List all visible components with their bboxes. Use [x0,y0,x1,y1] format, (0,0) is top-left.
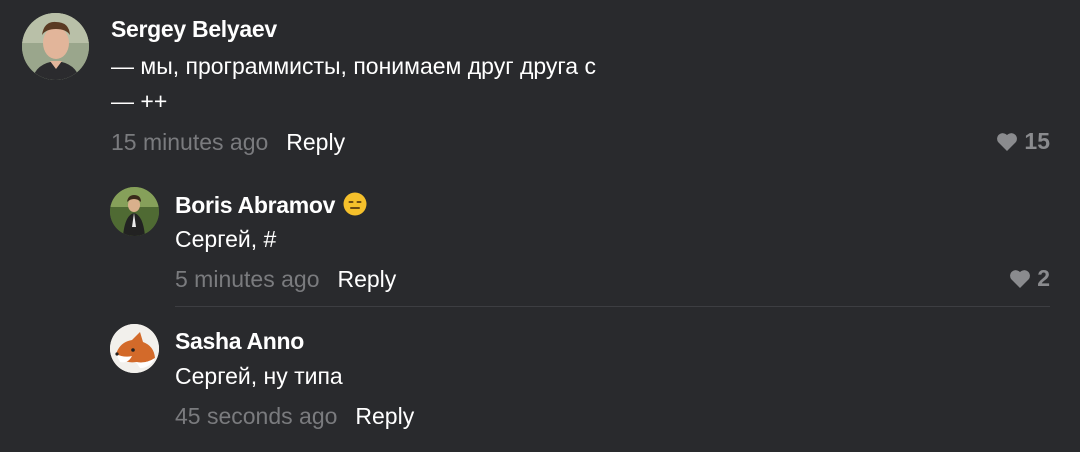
reply-button[interactable]: Reply [355,403,414,430]
comment-timestamp: 15 minutes ago [111,129,269,155]
like-count: 2 [1037,265,1050,291]
comment-timestamp: 45 seconds ago [175,403,338,429]
comment-timestamp: 5 minutes ago [175,266,320,292]
person-photo-icon [22,13,89,80]
comment-text: — мы, программисты, понимаем друг друга … [111,53,596,114]
comment-author-name: Boris Abramov [175,192,336,218]
fox-photo-icon [110,324,159,373]
like-button[interactable]: 15 [996,128,1050,155]
heart-icon [997,133,1018,151]
reply-button[interactable]: Reply [286,129,345,156]
comment-text: Сергей, ну типа [175,363,343,389]
comment-author[interactable]: Boris Abramov [175,192,367,219]
comment-meta: 15 minutes ago Reply [111,129,345,156]
comment-author[interactable]: Sergey Belyaev [111,16,277,43]
comment: Sasha Anno Сергей, ну типа 45 seconds ag… [0,306,1080,452]
comment-meta: 45 seconds ago Reply [175,403,414,430]
comment: Sergey Belyaev — мы, программисты, поним… [0,0,1080,170]
comment-meta: 5 minutes ago Reply [175,266,396,293]
like-button[interactable]: 2 [1009,265,1050,292]
heart-icon [1010,270,1031,288]
like-count: 15 [1024,128,1050,154]
comment-text: Сергей, # [175,226,277,252]
avatar[interactable] [22,13,89,80]
comment-author[interactable]: Sasha Anno [175,328,304,355]
avatar[interactable] [110,324,159,373]
reply-button[interactable]: Reply [337,266,396,293]
avatar[interactable] [110,187,159,236]
expressionless-face-emoji-icon [343,192,367,216]
comment: Boris Abramov Сергей, # 5 minutes ago Re… [0,170,1080,305]
person-photo-icon [110,187,159,236]
